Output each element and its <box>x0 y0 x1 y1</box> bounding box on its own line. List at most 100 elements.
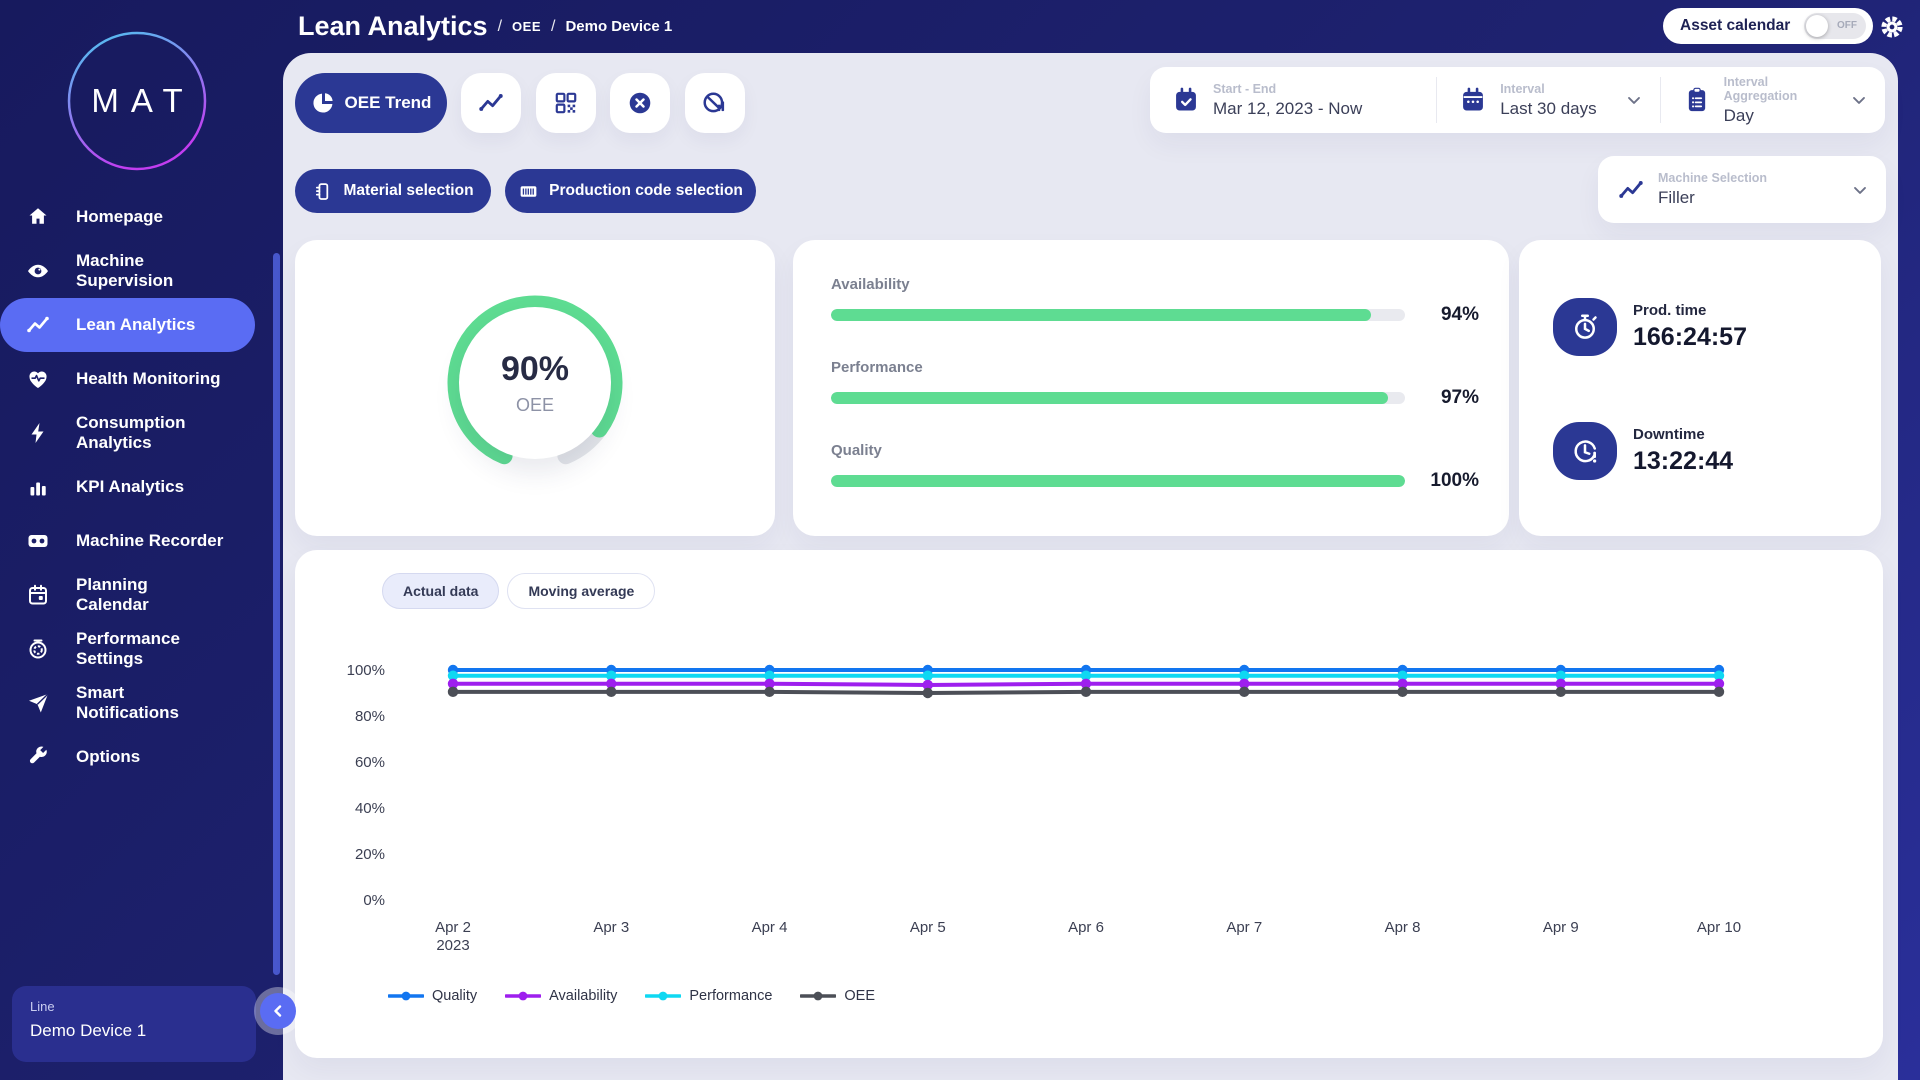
y-axis-tick: 100% <box>347 662 385 679</box>
line-chart-icon <box>1618 177 1644 203</box>
legend-item-performance[interactable]: Performance <box>645 988 772 1004</box>
heart-icon <box>0 367 76 391</box>
material-selection-button[interactable]: Material selection <box>295 169 491 213</box>
sidebar-item-label: Machine Supervision <box>76 251 173 292</box>
clock-alert-icon <box>1553 422 1617 480</box>
kpi-bar-label: Performance <box>831 359 1479 376</box>
sidebar-scrollbar[interactable] <box>273 253 280 975</box>
kpi-bar-label: Availability <box>831 276 1479 293</box>
breadcrumb-separator: / <box>498 18 502 36</box>
x-axis-tick: Apr 8 <box>1385 919 1421 936</box>
time-value: 166:24:57 <box>1633 323 1747 352</box>
device-panel-value: Demo Device 1 <box>30 1021 238 1041</box>
sidebar-item-consumption-analytics[interactable]: Consumption Analytics <box>0 406 283 460</box>
sidebar-item-label: Smart Notifications <box>76 683 179 724</box>
sidebar-item-machine-recorder[interactable]: Machine Recorder <box>0 514 283 568</box>
stopwatch-icon <box>1553 298 1617 356</box>
time-value: 13:22:44 <box>1633 447 1733 476</box>
logo-text: MAT <box>66 30 208 172</box>
no-downtime-chart-icon <box>702 90 728 116</box>
aggregation-value: Day <box>1724 106 1836 126</box>
sidebar-item-options[interactable]: Options <box>0 730 283 784</box>
close-view-button[interactable] <box>610 73 670 133</box>
breadcrumb-item-oee[interactable]: OEE <box>512 19 541 34</box>
machine-selection-dropdown[interactable]: Machine Selection Filler <box>1598 156 1886 223</box>
trend-icon <box>0 313 76 337</box>
legend-marker <box>800 990 836 1002</box>
breadcrumb: Lean Analytics / OEE / Demo Device 1 <box>298 0 672 53</box>
sidebar-item-label: Consumption Analytics <box>76 413 186 454</box>
machine-selection-value: Filler <box>1658 188 1767 208</box>
sidebar-nav: Homepage Machine Supervision Lean Analytic… <box>0 190 283 784</box>
y-axis-tick: 40% <box>355 800 385 817</box>
toggle-knob <box>1806 15 1828 37</box>
downtime-view-button[interactable] <box>685 73 745 133</box>
chevron-down-icon <box>1624 90 1644 110</box>
main-content: OEE Trend <box>283 53 1898 1080</box>
sidebar-item-smart-notifications[interactable]: Smart Notifications <box>0 676 283 730</box>
sidebar-item-label: Lean Analytics <box>76 315 195 335</box>
legend-item-oee[interactable]: OEE <box>800 988 875 1004</box>
tab-moving-average[interactable]: Moving average <box>507 573 655 609</box>
sidebar-item-machine-supervision[interactable]: Machine Supervision <box>0 244 283 298</box>
trend-chart-card: Actual dataMoving average 100%80%60%40%2… <box>295 550 1883 1058</box>
bolt-icon <box>0 421 76 445</box>
breadcrumb-item-device[interactable]: Demo Device 1 <box>565 18 672 35</box>
time-item-downtime: Downtime13:22:44 <box>1553 422 1881 480</box>
start-end-filter[interactable]: Start - End Mar 12, 2023 - Now <box>1150 67 1436 133</box>
grid-view-button[interactable] <box>536 73 596 133</box>
asset-calendar-control[interactable]: Asset calendar OFF <box>1663 8 1873 44</box>
kpi-bar-label: Quality <box>831 442 1479 459</box>
material-selection-label: Material selection <box>343 182 473 200</box>
chart-mode-tabs: Actual dataMoving average <box>382 573 655 609</box>
sidebar: MAT Homepage Machine Supervision Lean Anal… <box>0 0 283 1080</box>
kpi-bar-fill <box>831 392 1388 404</box>
chevron-down-icon <box>1849 90 1869 110</box>
x-axis-tick: Apr 2 <box>435 919 471 936</box>
legend-marker <box>505 990 541 1002</box>
x-axis-tick: Apr 9 <box>1543 919 1579 936</box>
legend-item-quality[interactable]: Quality <box>388 988 477 1004</box>
date-filter-card: Start - End Mar 12, 2023 - Now Interval <box>1150 67 1885 133</box>
legend-label: Performance <box>689 988 772 1004</box>
production-code-selection-button[interactable]: Production code selection <box>505 169 756 213</box>
wrench-icon <box>0 745 76 769</box>
aggregation-filter[interactable]: Interval Aggregation Day <box>1661 67 1885 133</box>
kpi-bar-fill <box>831 309 1371 321</box>
data-point <box>1556 687 1566 697</box>
asset-calendar-toggle[interactable]: OFF <box>1804 13 1866 39</box>
sidebar-item-health-monitoring[interactable]: Health Monitoring <box>0 352 283 406</box>
y-axis-tick: 20% <box>355 846 385 863</box>
toggle-state-label: OFF <box>1837 20 1857 31</box>
interval-filter[interactable]: Interval Last 30 days <box>1437 67 1659 133</box>
pie-chart-icon <box>311 91 335 115</box>
sidebar-item-label: Performance Settings <box>76 629 180 670</box>
y-axis-tick: 0% <box>363 892 385 909</box>
x-axis-tick: Apr 4 <box>752 919 788 936</box>
legend-marker <box>388 990 424 1002</box>
chevron-left-icon <box>269 1002 287 1020</box>
oee-gauge-label: OEE <box>516 395 554 416</box>
trend-view-button[interactable] <box>461 73 521 133</box>
legend-item-availability[interactable]: Availability <box>505 988 617 1004</box>
asset-calendar-label: Asset calendar <box>1680 17 1790 35</box>
settings-gear-button[interactable] <box>1879 14 1905 40</box>
circle-x-icon <box>627 90 653 116</box>
tab-actual-data[interactable]: Actual data <box>382 573 499 609</box>
sidebar-item-lean-analytics[interactable]: Lean Analytics <box>0 298 255 352</box>
production-code-selection-label: Production code selection <box>549 182 743 200</box>
data-point <box>923 671 933 681</box>
chart-legend: Quality Availability Performance OEE <box>388 988 875 1004</box>
sidebar-collapse-button[interactable] <box>260 993 296 1029</box>
x-axis-year: 2023 <box>436 937 469 954</box>
data-point <box>1714 687 1724 697</box>
sidebar-item-kpi-analytics[interactable]: KPI Analytics <box>0 460 283 514</box>
data-point <box>1081 687 1091 697</box>
sidebar-item-planning-calendar[interactable]: Planning Calendar <box>0 568 283 622</box>
oee-trend-tab[interactable]: OEE Trend <box>295 73 447 133</box>
device-panel[interactable]: Line Demo Device 1 <box>12 986 256 1062</box>
x-axis-tick: Apr 10 <box>1697 919 1741 936</box>
sidebar-item-performance-settings[interactable]: Performance Settings <box>0 622 283 676</box>
sidebar-item-homepage[interactable]: Homepage <box>0 190 283 244</box>
kpi-bar-performance: Performance97% <box>831 359 1479 409</box>
